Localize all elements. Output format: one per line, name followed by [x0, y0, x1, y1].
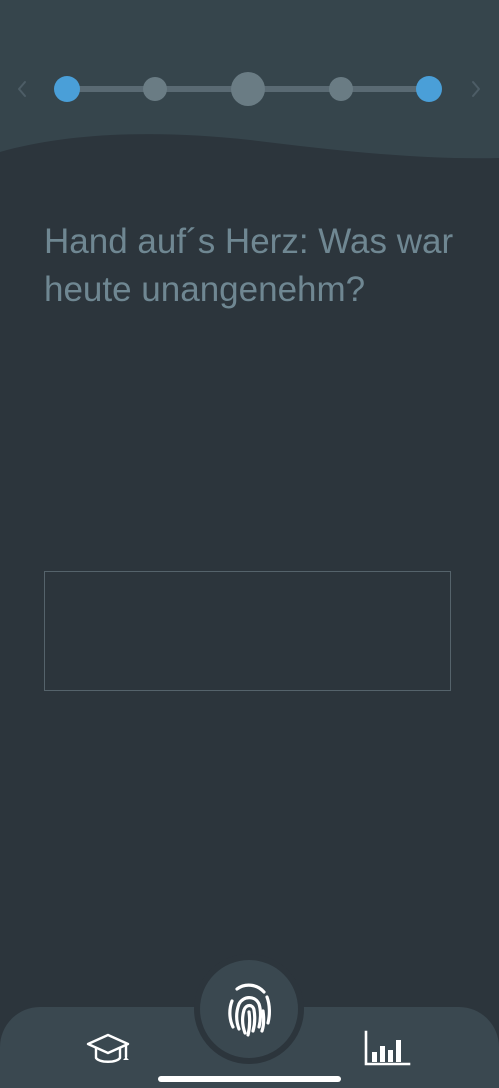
step-dot-1[interactable] [54, 76, 80, 102]
screen: Hand auf´s Herz: Was war heute unangeneh… [0, 0, 499, 1088]
chevron-right-icon [472, 81, 480, 97]
chevron-left-icon [18, 81, 26, 97]
step-dot-2[interactable] [143, 77, 167, 101]
step-dot-4[interactable] [329, 77, 353, 101]
next-button[interactable] [464, 76, 488, 102]
step-dot-5[interactable] [416, 76, 442, 102]
fingerprint-icon [228, 983, 271, 1037]
fingerprint-button[interactable] [200, 960, 298, 1058]
answer-input[interactable] [44, 571, 451, 691]
home-indicator[interactable] [158, 1076, 341, 1082]
step-dot-3-current[interactable] [231, 72, 265, 106]
learn-tab[interactable] [86, 1030, 130, 1070]
question-title: Hand auf´s Herz: Was war heute unangeneh… [44, 222, 454, 309]
statistics-tab[interactable] [362, 1028, 412, 1068]
previous-button[interactable] [10, 76, 34, 102]
progress-stepper [0, 0, 499, 170]
bar-chart-icon [364, 1030, 411, 1066]
graduation-cap-icon [86, 1033, 130, 1063]
